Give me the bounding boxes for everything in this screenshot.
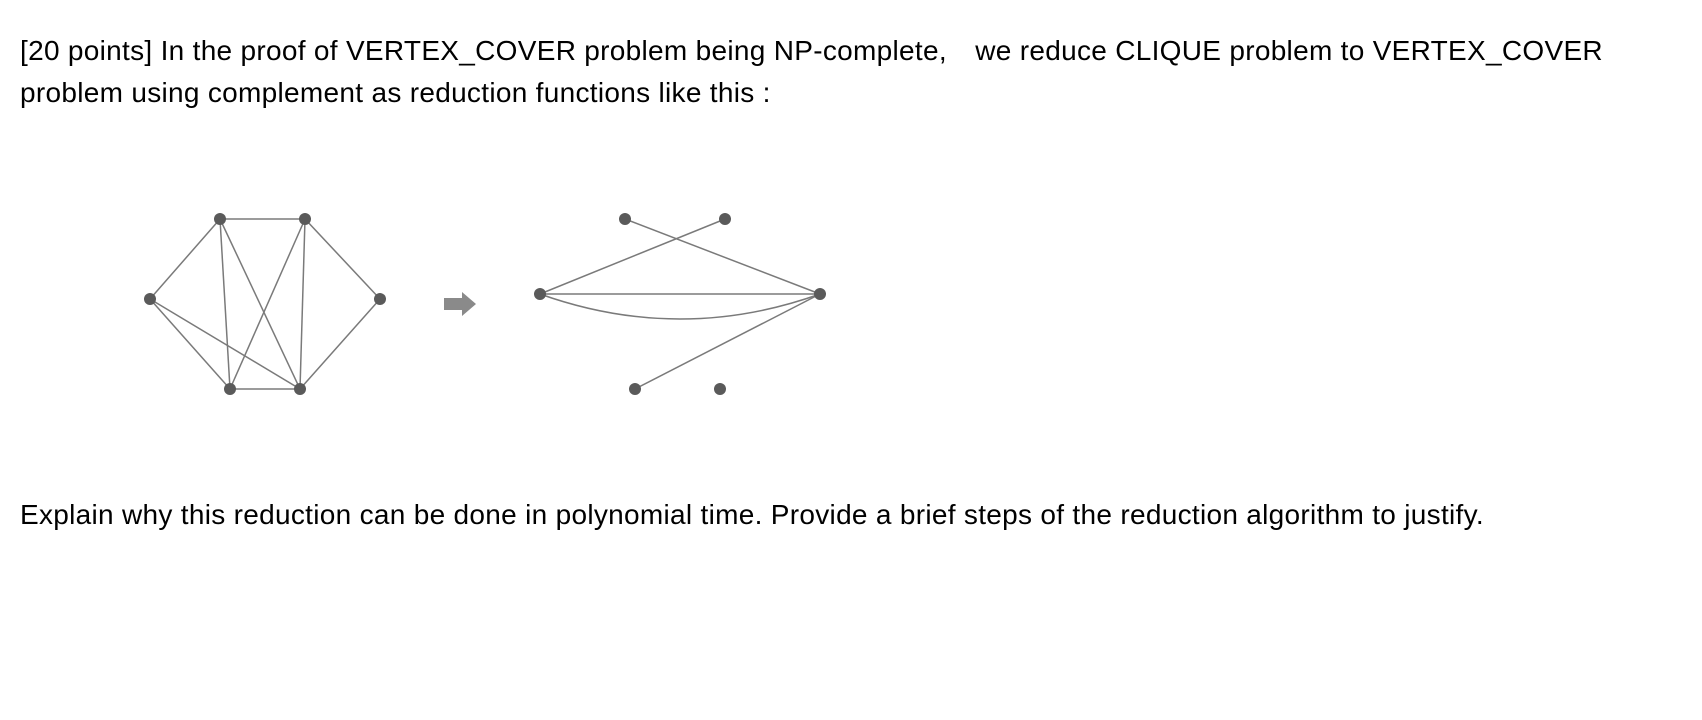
question-intro-text: [20 points] In the proof of VERTEX_COVER…: [20, 30, 1682, 114]
question-prompt-text: Explain why this reduction can be done i…: [20, 494, 1682, 536]
original-graph-icon: [120, 194, 410, 414]
reduction-diagram: [120, 194, 1682, 414]
arrow-icon: [440, 284, 480, 324]
complement-graph-icon: [510, 194, 850, 414]
